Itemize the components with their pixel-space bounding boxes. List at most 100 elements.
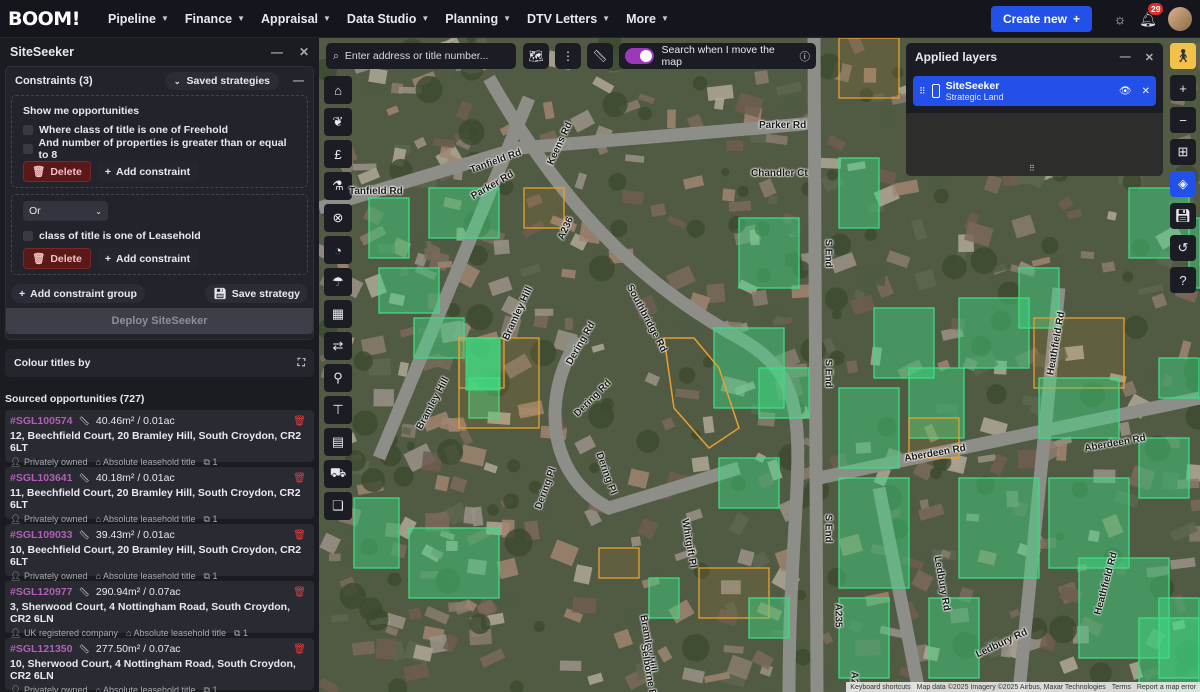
plus-icon: + xyxy=(19,287,26,300)
opportunity-card[interactable]: #SGL109033 📏︎ 39.43m² / 0.01ac 10, Beechfie… xyxy=(5,524,314,581)
delete-button[interactable]: 🗑︎ Delete xyxy=(23,248,91,269)
weather-icon[interactable]: ☂ xyxy=(324,268,352,296)
ruler-icon[interactable]: 📏︎ xyxy=(587,43,613,69)
nav-pipeline[interactable]: Pipeline ▼ xyxy=(100,12,177,26)
tree xyxy=(601,397,614,411)
checkbox[interactable] xyxy=(23,124,33,135)
panel-header: SiteSeeker — ✕ xyxy=(0,38,319,66)
trash-icon[interactable]: 🗑︎ xyxy=(293,473,306,484)
add-constraint-label: Add constraint xyxy=(116,252,191,265)
leaf-icon[interactable]: ❦ xyxy=(324,108,352,136)
chart-icon[interactable]: ▤ xyxy=(324,428,352,456)
help-icon[interactable]: ? xyxy=(1170,267,1196,293)
opportunity-id[interactable]: #SGL120977 xyxy=(10,586,72,598)
school-icon[interactable]: ▦ xyxy=(324,300,352,328)
nav-planning[interactable]: Planning ▼ xyxy=(437,12,519,26)
add-constraint-button[interactable]: + Add constraint xyxy=(96,248,199,269)
nav-data-studio[interactable]: Data Studio ▼ xyxy=(339,12,437,26)
opportunity-card[interactable]: #SGL120977 📏︎ 290.94m² / 0.07ac 3, Sherwood… xyxy=(5,581,314,638)
logo[interactable]: BOOM! xyxy=(8,8,94,30)
keyboard-shortcuts-link[interactable]: Keyboard shortcuts xyxy=(850,684,910,691)
layers-icon[interactable]: ◈ xyxy=(1170,171,1196,197)
building-roof xyxy=(1080,251,1095,260)
nav-more[interactable]: More ▼ xyxy=(618,12,677,26)
save-icon[interactable]: 💾︎ xyxy=(1170,203,1196,229)
collapse-icon[interactable]: — xyxy=(293,75,304,87)
history-icon[interactable]: ↺ xyxy=(1170,235,1196,261)
add-constraint-button[interactable]: + Add constraint xyxy=(96,161,199,182)
add-constraint-group-button[interactable]: + Add constraint group xyxy=(11,284,145,303)
road-label: Parker Rd xyxy=(759,120,807,131)
route-icon[interactable]: ⇄ xyxy=(324,332,352,360)
nav-appraisal[interactable]: Appraisal ▼ xyxy=(253,12,339,26)
opportunity-card[interactable]: #SGL121350 📏︎ 277.50m² / 0.07ac 10, Sherwoo… xyxy=(5,638,314,692)
report-error-link[interactable]: Report a map error xyxy=(1137,684,1196,691)
avatar[interactable] xyxy=(1168,7,1192,31)
trash-icon[interactable]: 🗑︎ xyxy=(293,587,306,598)
tree xyxy=(721,167,730,177)
pylon-icon[interactable]: ⊤ xyxy=(324,396,352,424)
save-strategy-button[interactable]: 💾︎ Save strategy xyxy=(205,284,308,303)
opportunity-card[interactable]: #SGL100574 📏︎ 40.46m² / 0.01ac 12, Beechfie… xyxy=(5,410,314,467)
car-icon[interactable]: ⛟ xyxy=(324,460,352,488)
minimize-icon[interactable]: — xyxy=(1120,51,1131,64)
tree xyxy=(602,91,628,118)
zoom-out-icon[interactable]: − xyxy=(1170,107,1196,133)
title-parcel xyxy=(378,267,440,314)
operator-select[interactable]: Or ⌄ xyxy=(23,201,108,221)
nav-finance[interactable]: Finance ▼ xyxy=(177,12,253,26)
delete-button[interactable]: 🗑︎ Delete xyxy=(23,161,91,182)
search-input[interactable]: ⌕ Enter address or title number... xyxy=(326,43,516,69)
tree xyxy=(686,219,705,238)
flask-icon[interactable]: ⚗ xyxy=(324,172,352,200)
opportunity-address: 10, Beechfield Court, 20 Bramley Hill, S… xyxy=(10,544,302,568)
resize-grip-icon[interactable]: ⠿ xyxy=(1029,164,1035,173)
zoom-in-icon[interactable]: + xyxy=(1170,75,1196,101)
bell-icon[interactable]: 🔔︎ 29 xyxy=(1134,1,1165,28)
opportunity-meta: #SGL103641 📏︎ 40.18m² / 0.01ac xyxy=(10,472,309,484)
opportunity-id[interactable]: #SGL100574 xyxy=(10,415,72,427)
building-roof xyxy=(1101,261,1116,273)
group-heading: Show me opportunities xyxy=(23,104,140,117)
close-icon[interactable]: ✕ xyxy=(299,45,309,59)
drag-handle-icon[interactable]: ⠿ xyxy=(919,86,926,97)
toggle-switch[interactable] xyxy=(625,48,654,64)
map-view-icon[interactable]: 🗺︎ xyxy=(523,43,549,69)
more-options-icon[interactable]: ⋮ xyxy=(555,43,581,69)
trash-icon[interactable]: 🗑︎ xyxy=(293,530,306,541)
phone-icon xyxy=(931,84,940,98)
trash-icon[interactable]: 🗑︎ xyxy=(293,416,306,427)
close-icon[interactable]: ✕ xyxy=(1142,86,1150,97)
info-icon[interactable]: ⓘ xyxy=(800,49,811,64)
create-new-button[interactable]: Create new + xyxy=(990,6,1092,32)
opportunity-id[interactable]: #SGL109033 xyxy=(10,529,72,541)
search-when-move-toggle[interactable]: Search when I move the map ⓘ xyxy=(619,43,816,69)
pegman-icon[interactable]: 🚶︎ xyxy=(1170,43,1196,69)
eye-icon[interactable]: 👁︎ xyxy=(1119,86,1132,97)
opportunity-id[interactable]: #SGL121350 xyxy=(10,643,72,655)
radar-icon[interactable]: ◔ xyxy=(324,236,352,264)
person-pin-icon[interactable]: ⚲ xyxy=(324,364,352,392)
checkbox[interactable] xyxy=(23,230,33,241)
checkbox[interactable] xyxy=(23,143,33,154)
opportunity-card[interactable]: #SGL103641 📏︎ 40.18m² / 0.01ac 11, Beechfie… xyxy=(5,467,314,524)
sun-icon[interactable]: ☼ xyxy=(1106,11,1134,27)
map[interactable]: ⌕ Enter address or title number... 🗺︎ ⋮ 📏… xyxy=(319,38,1200,692)
close-icon[interactable]: ✕ xyxy=(1145,51,1154,64)
grid-icon[interactable]: ⊞ xyxy=(1170,139,1196,165)
deploy-siteseeker-button[interactable]: Deploy SiteSeeker xyxy=(6,308,313,334)
buildings-icon[interactable]: ⌂ xyxy=(324,76,352,104)
terms-link[interactable]: Terms xyxy=(1112,684,1131,691)
expand-icon[interactable]: ⛶ xyxy=(298,357,305,370)
minimize-icon[interactable]: — xyxy=(271,45,283,59)
layers-stack-icon[interactable]: ❏ xyxy=(324,492,352,520)
saved-strategies-button[interactable]: ⌄ Saved strategies xyxy=(164,72,279,90)
pound-icon[interactable]: £ xyxy=(324,140,352,168)
nav-dtv-letters[interactable]: DTV Letters ▼ xyxy=(519,12,618,26)
opportunity-id[interactable]: #SGL103641 xyxy=(10,472,72,484)
colour-titles-by[interactable]: Colour titles by ⛶ xyxy=(5,349,314,377)
opportunity-meta: #SGL121350 📏︎ 277.50m² / 0.07ac xyxy=(10,643,309,655)
trash-icon[interactable]: 🗑︎ xyxy=(293,644,306,655)
target-icon[interactable]: ⊗ xyxy=(324,204,352,232)
layer-card-siteseeker[interactable]: ⠿ SiteSeeker Strategic Land 👁︎ ✕ xyxy=(913,76,1156,106)
